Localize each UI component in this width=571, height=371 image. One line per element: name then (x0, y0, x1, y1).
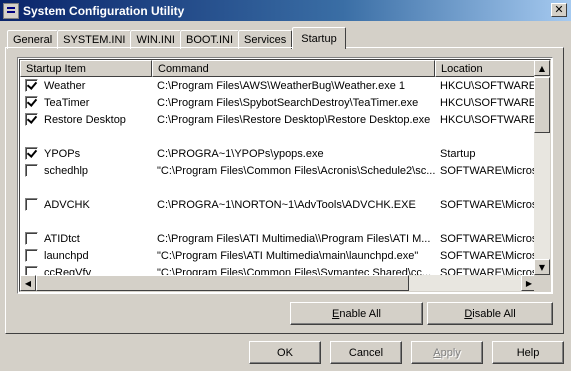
startup-item-checkbox[interactable] (25, 249, 38, 262)
startup-item-cell: ATIDtct (20, 232, 152, 245)
app-icon (3, 2, 19, 19)
ok-button[interactable]: OK (249, 341, 321, 364)
command-cell: "C:\Program Files\Common Files\Acronis\S… (157, 164, 435, 177)
startup-item-name: ADVCHK (44, 198, 90, 211)
location-cell: SOFTWARE\Microso (440, 164, 537, 177)
tab-strip: General SYSTEM.INI WIN.INI BOOT.INI Serv… (7, 27, 346, 49)
list-spacer-row (20, 179, 537, 196)
apply-button[interactable]: Apply (411, 341, 483, 364)
help-button[interactable]: Help (492, 341, 564, 364)
column-header-command[interactable]: Command (152, 60, 435, 77)
startup-list: Startup Item Command Location Weather C:\… (17, 57, 553, 294)
disable-all-button[interactable]: Disable All (427, 302, 553, 325)
location-cell: Startup (440, 147, 476, 160)
list-item[interactable]: TeaTimer C:\Program Files\SpybotSearchDes… (20, 94, 537, 111)
ok-label: OK (277, 346, 293, 359)
startup-item-name: Restore Desktop (44, 113, 126, 126)
vertical-scroll-thumb[interactable] (534, 77, 550, 133)
command-cell: C:\PROGRA~1\YPOPs\ypops.exe (157, 147, 324, 160)
startup-item-checkbox[interactable] (25, 198, 38, 211)
vertical-scrollbar[interactable]: ▲ ▼ (534, 60, 550, 275)
startup-item-cell: TeaTimer (20, 96, 152, 109)
apply-label: Apply (433, 347, 461, 359)
startup-item-name: Weather (44, 79, 86, 92)
startup-rows: Weather C:\Program Files\AWS\WeatherBug\W… (20, 77, 537, 281)
list-spacer-row (20, 128, 537, 145)
startup-item-checkbox[interactable] (25, 147, 38, 160)
location-cell: HKCU\SOFTWARE\M (440, 79, 537, 92)
cancel-button[interactable]: Cancel (330, 341, 402, 364)
startup-item-name: TeaTimer (44, 96, 90, 109)
startup-item-name: YPOPs (44, 147, 81, 160)
horizontal-scroll-thumb[interactable] (36, 275, 409, 291)
enable-all-label: Enable All (332, 308, 381, 320)
scroll-up-button[interactable]: ▲ (534, 60, 550, 76)
location-cell: SOFTWARE\Microso (440, 232, 537, 245)
location-cell: SOFTWARE\Microso (440, 198, 537, 211)
scroll-left-button[interactable]: ◀ (20, 275, 36, 291)
tab-startup[interactable]: Startup (292, 27, 346, 49)
column-header-location[interactable]: Location (435, 60, 540, 77)
startup-item-cell: YPOPs (20, 147, 152, 160)
startup-item-cell: launchpd (20, 249, 152, 262)
startup-item-cell: schedhlp (20, 164, 152, 177)
column-header-startup-item[interactable]: Startup Item (20, 60, 152, 77)
list-item[interactable]: Weather C:\Program Files\AWS\WeatherBug\W… (20, 77, 537, 94)
location-cell: HKCU\SOFTWARE\M (440, 96, 537, 109)
command-cell: C:\Program Files\AWS\WeatherBug\Weather.… (157, 79, 406, 92)
startup-item-checkbox[interactable] (25, 164, 38, 177)
list-header: Startup Item Command Location (20, 60, 540, 77)
startup-item-name: launchpd (44, 249, 89, 262)
apply-accelerator: A (433, 346, 441, 359)
list-item[interactable]: launchpd "C:\Program Files\ATI Multimedia… (20, 247, 537, 264)
command-cell: C:\Program Files\SpybotSearchDestroy\Tea… (157, 96, 419, 109)
scroll-down-button[interactable]: ▼ (534, 259, 550, 275)
startup-item-checkbox[interactable] (25, 79, 38, 92)
help-label: Help (516, 346, 540, 359)
list-item[interactable]: ADVCHK C:\PROGRA~1\NORTON~1\AdvTools\ADVC… (20, 196, 537, 213)
list-spacer-row (20, 213, 537, 230)
startup-item-cell: Restore Desktop (20, 113, 152, 126)
disable-all-label: Disable All (464, 308, 515, 320)
command-cell: C:\Program Files\ATI Multimedia\\Program… (157, 232, 431, 245)
scroll-corner (534, 275, 550, 291)
command-cell: C:\Program Files\Restore Desktop\Restore… (157, 113, 431, 126)
cancel-label: Cancel (348, 346, 384, 359)
disable-all-label-post: isable All (472, 307, 516, 320)
startup-item-name: ATIDtct (44, 232, 80, 245)
list-item[interactable]: ATIDtct C:\Program Files\ATI Multimedia\\… (20, 230, 537, 247)
command-cell: C:\PROGRA~1\NORTON~1\AdvTools\ADVCHK.EXE (157, 198, 416, 211)
startup-item-checkbox[interactable] (25, 113, 38, 126)
list-item[interactable]: YPOPs C:\PROGRA~1\YPOPs\ypops.exe Startup (20, 145, 537, 162)
enable-all-label-post: nable All (339, 307, 381, 320)
list-item[interactable]: schedhlp "C:\Program Files\Common Files\A… (20, 162, 537, 179)
startup-item-name: schedhlp (44, 164, 89, 177)
startup-item-checkbox[interactable] (25, 96, 38, 109)
location-cell: HKCU\SOFTWARE\M (440, 113, 537, 126)
command-cell: "C:\Program Files\ATI Multimedia\main\la… (157, 249, 419, 262)
apply-label-post: pply (440, 346, 461, 359)
startup-item-cell: ADVCHK (20, 198, 152, 211)
close-button[interactable]: ✕ (551, 3, 567, 17)
enable-all-button[interactable]: Enable All (290, 302, 423, 325)
window-title: System Configuration Utility (23, 3, 185, 18)
list-item[interactable]: Restore Desktop C:\Program Files\Restore … (20, 111, 537, 128)
startup-item-checkbox[interactable] (25, 232, 38, 245)
startup-item-cell: Weather (20, 79, 152, 92)
location-cell: SOFTWARE\Microso (440, 249, 537, 262)
horizontal-scrollbar[interactable]: ◀ ▶ (20, 275, 537, 291)
title-bar: System Configuration Utility ✕ (0, 0, 571, 21)
